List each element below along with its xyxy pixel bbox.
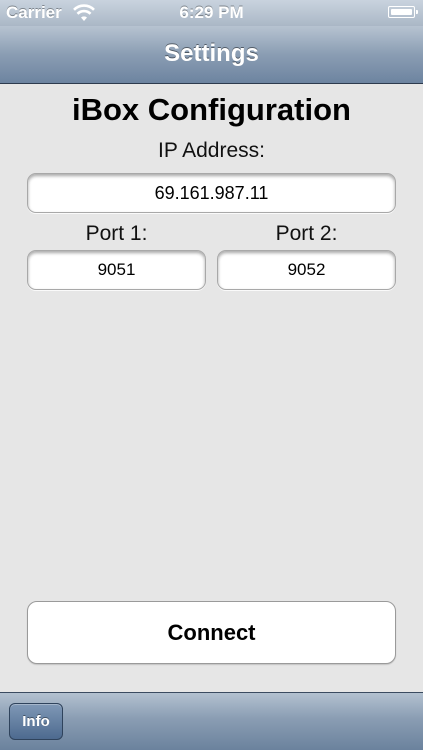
ip-address-field[interactable]: 69.161.987.11 — [27, 173, 396, 213]
ip-address-label: IP Address: — [157, 139, 265, 162]
connect-button[interactable]: Connect — [27, 601, 396, 664]
nav-title: Settings — [164, 40, 259, 67]
status-time: 6:29 PM — [179, 3, 244, 22]
port2-label: Port 2: — [275, 222, 338, 245]
port2-field[interactable]: 9052 — [217, 250, 396, 290]
nav-bar: Settings — [0, 26, 423, 84]
battery-icon — [388, 6, 418, 18]
info-button[interactable]: Info — [9, 703, 63, 740]
port1-field[interactable]: 9051 — [27, 250, 206, 290]
status-bar: Carrier 6:29 PM — [0, 0, 423, 26]
bottom-toolbar: Info — [0, 692, 423, 750]
config-title: iBox Configuration — [72, 92, 351, 127]
port1-label: Port 1: — [85, 222, 148, 245]
